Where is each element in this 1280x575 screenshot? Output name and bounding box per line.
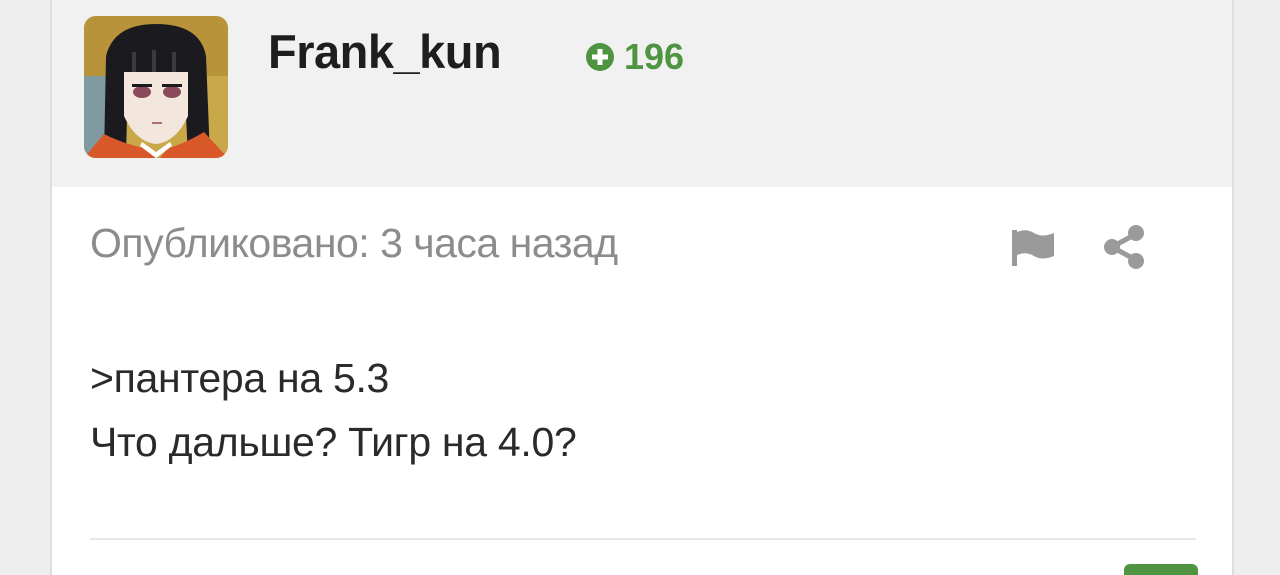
- post-body-line: >пантера на 5.3: [90, 355, 390, 401]
- plus-circle-icon: [586, 43, 614, 71]
- author-header: Frank_kun 196: [52, 0, 1232, 187]
- divider: [90, 538, 1196, 540]
- reputation-value: 196: [624, 36, 685, 77]
- post-meta-row: Опубликовано: 3 часа назад: [90, 220, 1232, 276]
- anime-girl-avatar-icon: [84, 16, 228, 158]
- published-timestamp: Опубликовано: 3 часа назад: [90, 220, 618, 266]
- reputation-badge: 196: [586, 36, 684, 78]
- share-icon[interactable]: [1100, 224, 1148, 270]
- post-card: Frank_kun 196 Опубликовано: 3 часа назад: [50, 0, 1234, 575]
- footer-action-button[interactable]: [1124, 564, 1198, 575]
- post-body: >пантера на 5.3 Что дальше? Тигр на 4.0?: [90, 346, 577, 474]
- flag-icon[interactable]: [1010, 228, 1056, 268]
- avatar[interactable]: [84, 16, 228, 158]
- page: Frank_kun 196 Опубликовано: 3 часа назад: [0, 0, 1280, 575]
- post-body-line: Что дальше? Тигр на 4.0?: [90, 419, 577, 465]
- username-link[interactable]: Frank_kun: [268, 24, 502, 79]
